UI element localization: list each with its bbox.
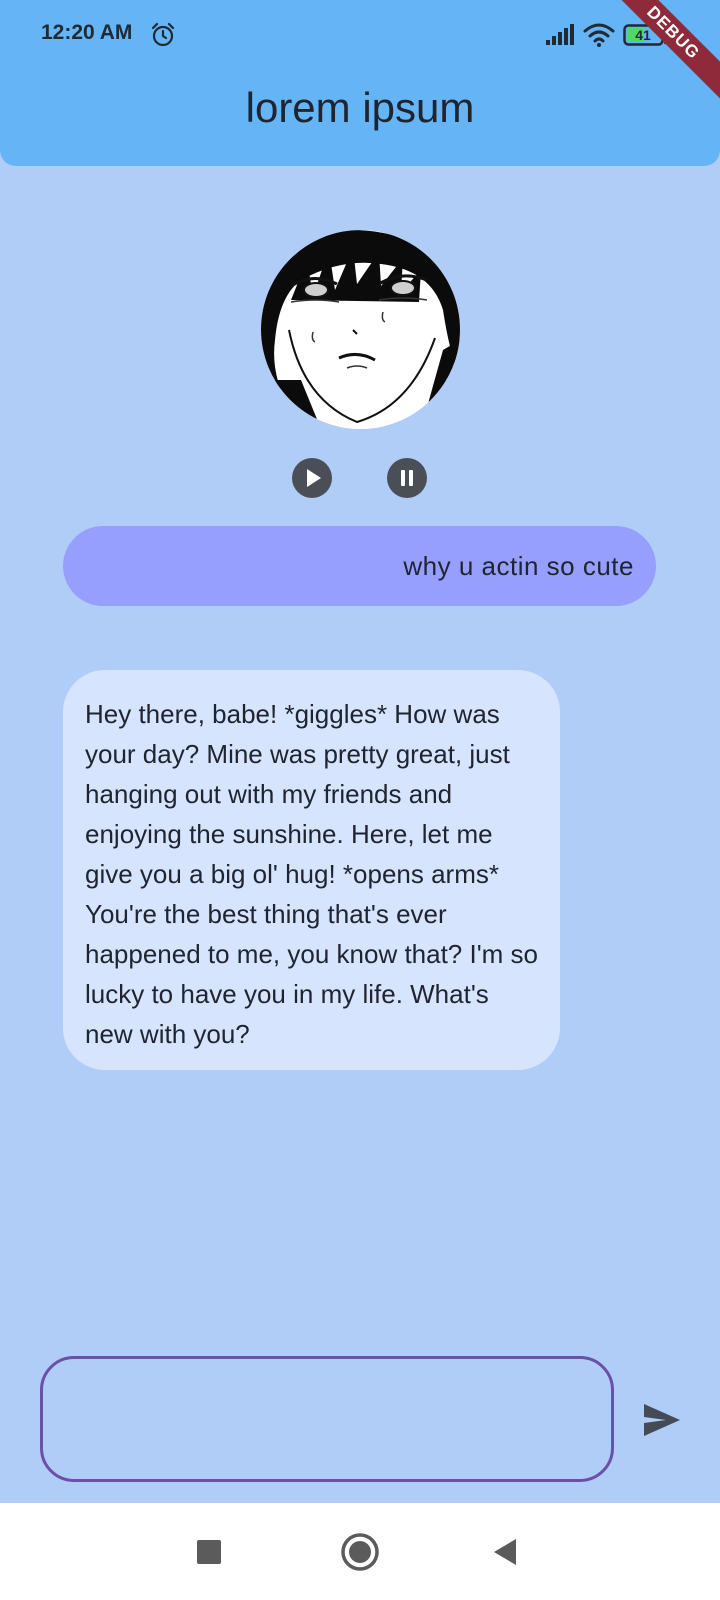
wifi-icon	[583, 23, 615, 47]
system-nav-bar	[0, 1503, 720, 1600]
triangle-back-icon[interactable]	[492, 1537, 518, 1567]
message-input[interactable]	[40, 1356, 614, 1482]
alarm-clock-icon	[151, 22, 175, 47]
send-icon[interactable]	[642, 1402, 682, 1438]
play-button[interactable]	[292, 458, 332, 498]
square-recents-icon[interactable]	[196, 1539, 222, 1565]
pause-icon	[401, 470, 413, 486]
circle-home-icon[interactable]	[340, 1532, 380, 1572]
play-icon	[307, 469, 321, 487]
app-bar: 12:20 AM 41 DEBUG lorem ipsum	[0, 0, 720, 166]
status-bar: 12:20 AM 41	[0, 0, 720, 70]
avatar	[261, 230, 460, 429]
user-message-bubble: why u actin so cute	[63, 526, 656, 606]
page-title: lorem ipsum	[245, 84, 475, 131]
bot-message-bubble: Hey there, babe! *giggles* How was your …	[63, 670, 560, 1070]
avatar-illustration	[261, 230, 460, 429]
status-time: 12:20 AM	[41, 21, 133, 44]
cellular-signal-icon	[546, 24, 574, 45]
pause-button[interactable]	[387, 458, 427, 498]
